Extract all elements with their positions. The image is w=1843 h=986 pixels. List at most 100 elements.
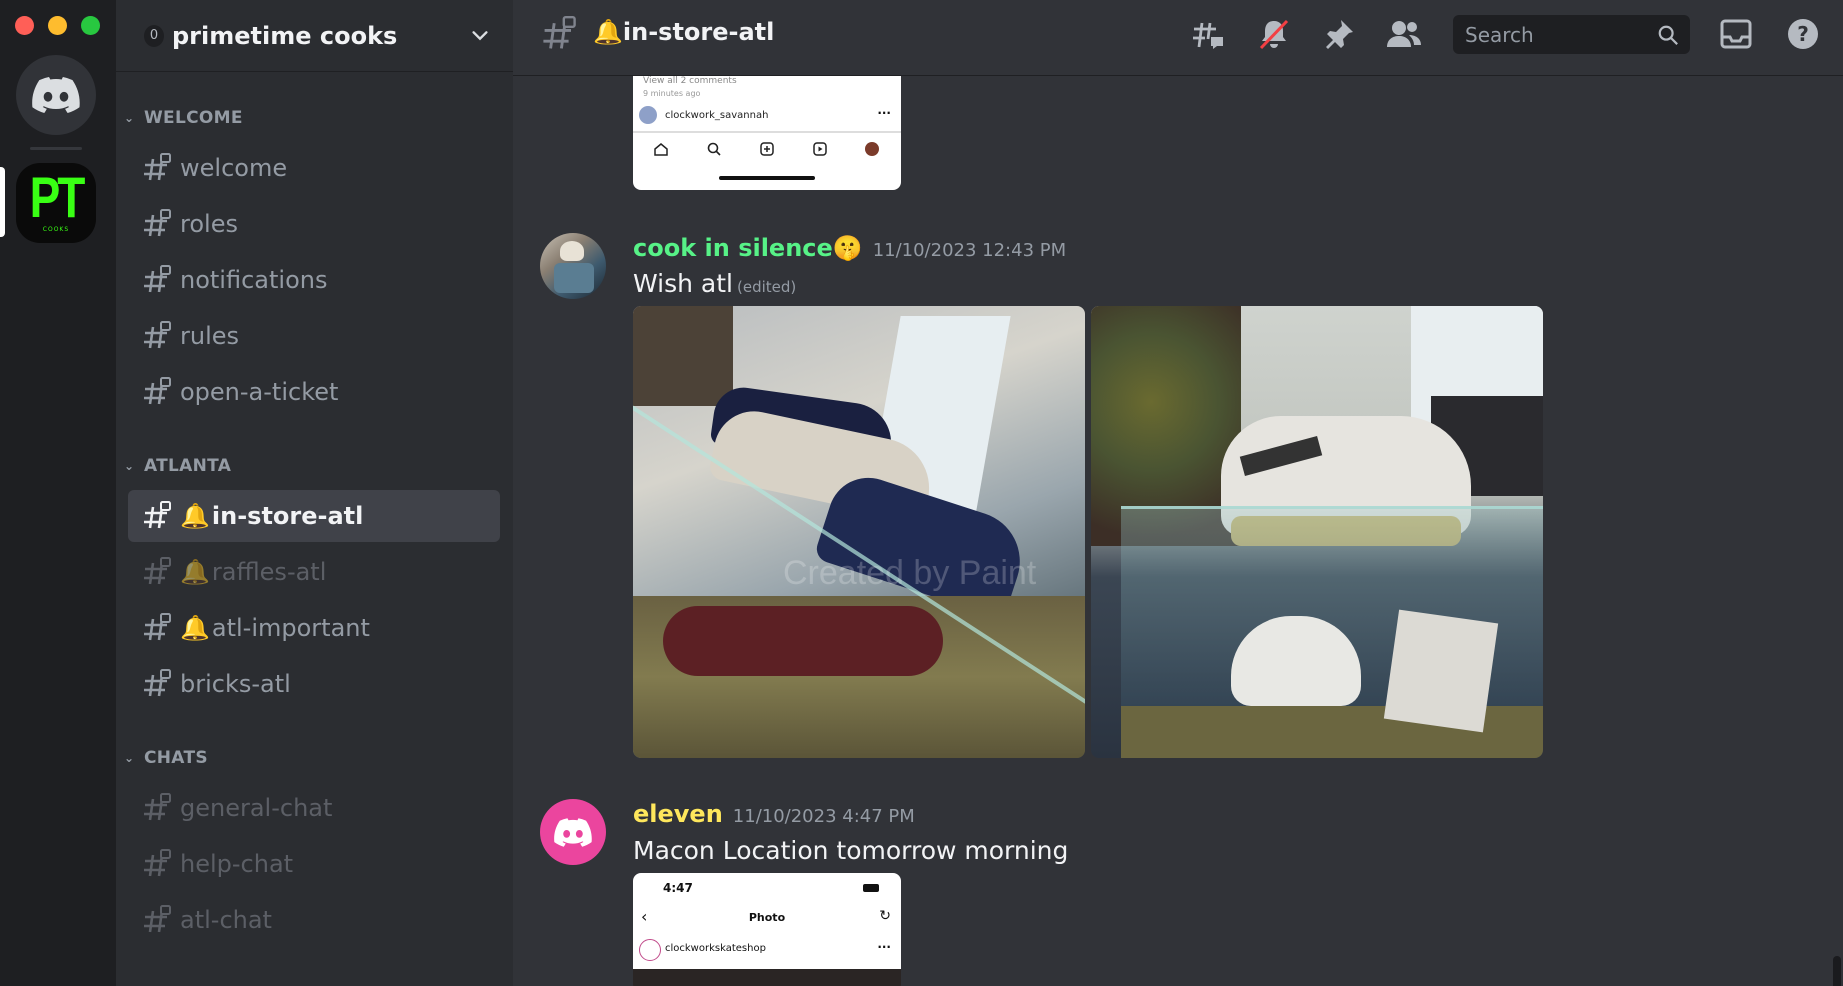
locked-hash-icon	[543, 16, 576, 49]
message-header: eleven 11/10/2023 4:47 PM	[633, 800, 915, 828]
svg-text:?: ?	[1797, 22, 1809, 46]
channel-label: help-chat	[180, 850, 294, 878]
direct-messages-button[interactable]	[16, 55, 96, 135]
channel-label: rules	[180, 322, 240, 350]
channel-atl-chat[interactable]: atl-chat	[128, 894, 500, 946]
category-welcome[interactable]: ⌄ WELCOME	[124, 108, 243, 128]
more-dots-icon: ···	[877, 106, 891, 120]
window-minimize-button[interactable]	[48, 16, 67, 35]
channel-in-store-atl[interactable]: 🔔 in-store-atl	[128, 490, 500, 542]
attachment-image-phone-screenshot[interactable]: 4:47 ‹ Photo ↻ clockworkskateshop ···	[633, 873, 901, 986]
selected-server-pill	[0, 167, 5, 237]
channel-label: atl-important	[211, 614, 370, 642]
chevron-down-icon: ⌄	[124, 459, 135, 473]
channel-help-chat[interactable]: help-chat	[128, 838, 500, 890]
search-bar[interactable]	[1453, 15, 1690, 54]
attachment-image-sneaker-case[interactable]	[1091, 306, 1543, 758]
message-text: Macon Location tomorrow morning	[633, 836, 1069, 865]
bell-emoji-icon: 🔔	[593, 18, 623, 46]
channel-roles[interactable]: roles	[128, 198, 500, 250]
chevron-down-icon: ⌄	[124, 111, 135, 125]
inbox-icon[interactable]	[1716, 14, 1756, 54]
search-icon	[1658, 25, 1678, 45]
channel-label: bricks-atl	[180, 670, 291, 698]
channel-open-a-ticket[interactable]: open-a-ticket	[128, 366, 500, 418]
locked-hash-icon	[144, 321, 171, 349]
server-rail: PT COOKS	[0, 0, 116, 986]
message-list: View all 2 comments 9 minutes ago clockw…	[513, 76, 1843, 986]
bell-emoji-icon: 🔔	[180, 614, 210, 642]
locked-hash-icon	[144, 153, 171, 181]
category-atlanta[interactable]: ⌄ ATLANTA	[124, 456, 231, 476]
channel-label: notifications	[180, 266, 328, 294]
server-boost-badge: 0	[144, 24, 164, 47]
channel-welcome[interactable]: welcome	[128, 142, 500, 194]
user-avatar-eleven[interactable]	[540, 799, 606, 865]
channel-general-chat[interactable]: general-chat	[128, 782, 500, 834]
category-chats[interactable]: ⌄ CHATS	[124, 748, 208, 768]
channel-label: atl-chat	[180, 906, 272, 934]
profile-avatar-icon	[865, 142, 879, 156]
chevron-down-icon: ⌄	[124, 751, 135, 765]
channel-rules[interactable]: rules	[128, 310, 500, 362]
window-close-button[interactable]	[15, 16, 34, 35]
pin-icon[interactable]	[1319, 14, 1359, 54]
channel-raffles-atl[interactable]: 🔔 raffles-atl	[128, 546, 500, 598]
locked-hash-icon	[144, 613, 171, 641]
profile-avatar-icon	[639, 939, 661, 961]
message-header: cook in silence🤫 11/10/2023 12:43 PM	[633, 234, 1066, 262]
bell-emoji-icon: 🔔	[180, 558, 210, 586]
channel-label: roles	[180, 210, 238, 238]
members-icon[interactable]	[1384, 14, 1424, 54]
channel-bricks-atl[interactable]: bricks-atl	[128, 658, 500, 710]
attachment-comments-text: View all 2 comments	[643, 76, 737, 86]
locked-hash-icon	[144, 209, 171, 237]
chevron-down-icon[interactable]	[469, 25, 491, 47]
channel-label: in-store-atl	[211, 502, 364, 530]
image-watermark: Created by Paint	[783, 554, 1037, 592]
window-maximize-button[interactable]	[81, 16, 100, 35]
user-avatar-cook-in-silence[interactable]	[540, 233, 606, 299]
message-timestamp: 11/10/2023 4:47 PM	[732, 806, 915, 827]
channel-label: welcome	[180, 154, 288, 182]
locked-hash-icon	[144, 669, 171, 697]
phone-title: Photo	[748, 911, 786, 924]
category-label: WELCOME	[144, 108, 243, 128]
home-indicator	[719, 176, 815, 180]
channel-label: open-a-ticket	[180, 378, 339, 406]
channel-atl-important[interactable]: 🔔 atl-important	[128, 602, 500, 654]
server-header[interactable]: 0 primetime cooks	[116, 0, 513, 72]
category-label: CHATS	[144, 748, 208, 768]
search-icon	[707, 142, 721, 156]
scrollbar-thumb[interactable]	[1833, 956, 1841, 986]
author-name[interactable]: cook in silence🤫	[633, 234, 863, 262]
server-name: primetime cooks	[172, 21, 398, 50]
discord-logo-icon	[554, 817, 592, 847]
reels-icon	[813, 142, 827, 156]
search-input[interactable]	[1463, 21, 1657, 48]
locked-hash-icon	[144, 849, 171, 877]
channel-notifications[interactable]: notifications	[128, 254, 500, 306]
attachment-avatar	[639, 106, 657, 124]
author-name[interactable]: eleven	[633, 800, 723, 828]
battery-icon	[863, 884, 879, 892]
channel-title: 🔔in-store-atl	[593, 18, 774, 46]
category-label: ATLANTA	[144, 456, 232, 476]
message-timestamp: 11/10/2023 12:43 PM	[872, 240, 1067, 261]
mute-bell-icon[interactable]	[1254, 14, 1294, 54]
threads-icon[interactable]	[1188, 14, 1228, 54]
channel-label: general-chat	[180, 794, 333, 822]
edited-label: (edited)	[737, 278, 797, 296]
message-content: Wish atl (edited)	[633, 269, 796, 298]
add-post-icon	[760, 142, 774, 156]
channel-sidebar: 0 primetime cooks ⌄ WELCOME welcome roles…	[116, 0, 513, 986]
previous-attachment-image[interactable]: View all 2 comments 9 minutes ago clockw…	[633, 76, 901, 190]
help-icon[interactable]: ?	[1783, 14, 1823, 54]
server-icon-primetime-cooks[interactable]: PT COOKS	[16, 163, 96, 243]
locked-hash-icon	[144, 265, 171, 293]
attachment-image-sneakers-shelf[interactable]: Created by Paint	[633, 306, 1085, 758]
server-icon-text: PT	[29, 164, 86, 229]
channel-label: raffles-atl	[211, 558, 327, 586]
channel-header: 🔔in-store-atl ?	[513, 0, 1843, 76]
phone-time: 4:47	[663, 881, 693, 895]
